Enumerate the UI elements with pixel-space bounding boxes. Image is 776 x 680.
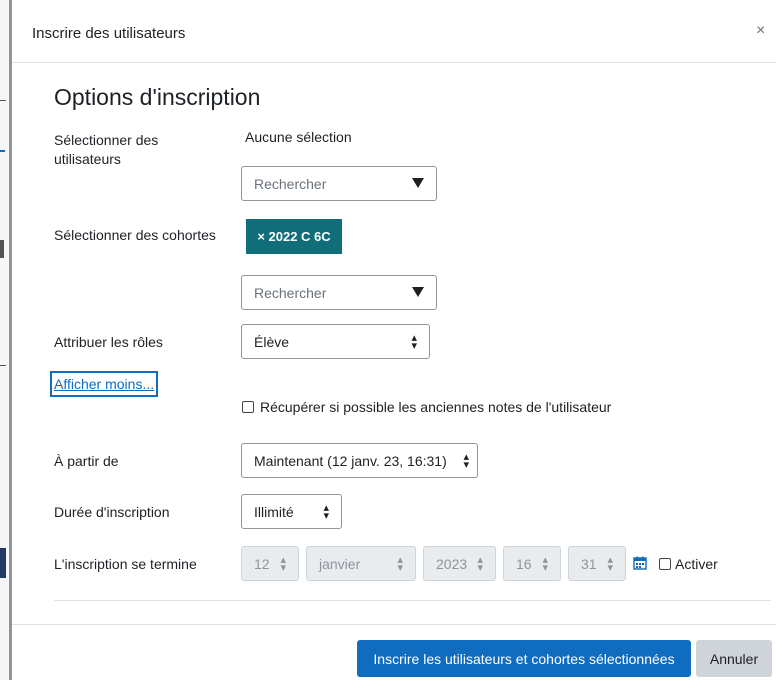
background-fragment: [0, 240, 4, 258]
role-select[interactable]: Élève ▴ ▾: [241, 324, 430, 359]
assign-roles-label: Attribuer les rôles: [54, 334, 163, 350]
recover-grades-row: Récupérer si possible les anciennes note…: [242, 399, 611, 415]
end-hour-select[interactable]: 16 ▴ ▾: [503, 546, 561, 581]
start-date-label: À partir de: [54, 453, 119, 469]
enable-end-date-checkbox[interactable]: [659, 558, 671, 570]
select-arrows-icon: ▴ ▾: [397, 553, 403, 574]
calendar-icon[interactable]: [633, 556, 647, 570]
show-less-link[interactable]: Afficher moins...: [49, 371, 159, 397]
users-search-placeholder: Rechercher: [254, 175, 327, 192]
select-arrows-icon: ▴ ▾: [542, 553, 548, 574]
dropdown-triangle-icon: [412, 178, 424, 188]
background-fragment: [0, 548, 6, 578]
end-day-select[interactable]: 12 ▴ ▾: [241, 546, 299, 581]
users-search-input[interactable]: Rechercher: [241, 166, 437, 201]
role-select-value: Élève: [254, 333, 290, 350]
background-fragment: [0, 365, 6, 366]
duration-label: Durée d'inscription: [54, 504, 170, 520]
select-arrows-icon: ▴ ▾: [411, 331, 417, 352]
end-day-value: 12: [254, 555, 270, 572]
end-minute-select[interactable]: 31 ▴ ▾: [568, 546, 626, 581]
enable-end-date-row: Activer: [659, 556, 718, 572]
cohort-tag-remove[interactable]: × 2022 C 6C: [246, 219, 342, 254]
cohorts-search-placeholder: Rechercher: [254, 284, 327, 301]
background-fragment: [0, 150, 5, 152]
start-date-select[interactable]: Maintenant (12 janv. 23, 16:31) ▴ ▾: [241, 443, 478, 478]
cohorts-search-input[interactable]: Rechercher: [241, 275, 437, 310]
select-cohorts-label: Sélectionner des cohortes: [54, 227, 216, 243]
end-month-value: janvier: [319, 555, 361, 572]
end-date-label: L'inscription se termine: [54, 556, 197, 572]
end-hour-value: 16: [516, 555, 532, 572]
enrol-users-modal: Inscrire des utilisateurs × Options d'in…: [12, 0, 776, 680]
section-title: Options d'inscription: [54, 84, 261, 110]
recover-grades-checkbox[interactable]: [242, 401, 254, 413]
end-month-select[interactable]: janvier ▴ ▾: [306, 546, 416, 581]
modal-header: Inscrire des utilisateurs ×: [12, 0, 776, 63]
duration-select[interactable]: Illimité ▴ ▾: [241, 494, 342, 529]
select-arrows-icon: ▴ ▾: [463, 450, 469, 471]
select-arrows-icon: ▴ ▾: [477, 553, 483, 574]
select-users-label: Sélectionner des utilisateurs: [54, 132, 159, 167]
close-icon[interactable]: ×: [756, 23, 765, 39]
background-page-edge: [0, 0, 12, 680]
select-arrows-icon: ▴ ▾: [607, 553, 613, 574]
end-minute-value: 31: [581, 555, 597, 572]
background-fragment: [0, 100, 6, 101]
enable-end-date-label: Activer: [675, 556, 718, 572]
select-arrows-icon: ▴ ▾: [323, 501, 329, 522]
form-divider: [54, 600, 771, 601]
dropdown-triangle-icon: [412, 287, 424, 297]
modal-footer-border: [12, 624, 776, 625]
users-selection-status: Aucune sélection: [245, 129, 352, 145]
duration-value: Illimité: [254, 503, 294, 520]
enrol-submit-button[interactable]: Inscrire les utilisateurs et cohortes sé…: [357, 640, 691, 677]
recover-grades-label: Récupérer si possible les anciennes note…: [260, 399, 612, 415]
end-year-select[interactable]: 2023 ▴ ▾: [423, 546, 496, 581]
cancel-button[interactable]: Annuler: [696, 640, 772, 677]
end-year-value: 2023: [436, 555, 468, 572]
modal-title: Inscrire des utilisateurs: [32, 25, 186, 42]
select-arrows-icon: ▴ ▾: [280, 553, 286, 574]
start-date-value: Maintenant (12 janv. 23, 16:31): [254, 452, 447, 469]
